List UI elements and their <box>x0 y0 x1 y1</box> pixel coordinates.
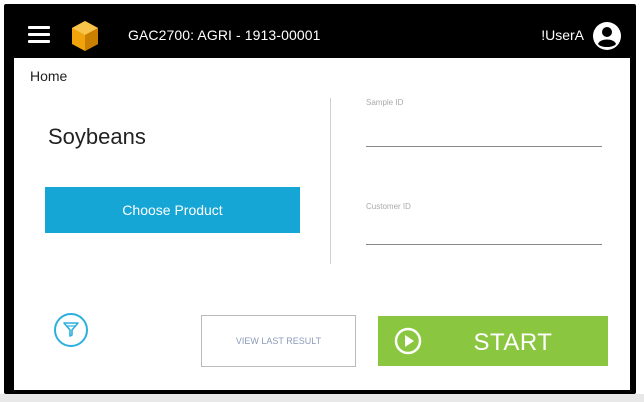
sample-id-underline <box>366 146 602 147</box>
view-last-result-label: VIEW LAST RESULT <box>235 336 322 346</box>
sample-id-label: Sample ID <box>366 98 404 107</box>
product-name: Soybeans <box>48 124 146 149</box>
filter-button[interactable] <box>54 313 88 347</box>
page-bottom-strip <box>0 394 644 402</box>
vertical-divider <box>330 98 331 264</box>
logo-icon <box>72 21 98 51</box>
user-name: !UserA <box>541 27 584 43</box>
top-bar: GAC2700: AGRI - 1913-00001 !UserA <box>14 14 630 58</box>
view-last-result-button[interactable]: VIEW LAST RESULT <box>201 315 356 367</box>
breadcrumb: Home <box>30 68 68 84</box>
choose-product-button[interactable]: Choose Product <box>45 187 300 233</box>
customer-id-label: Customer ID <box>366 202 411 211</box>
customer-id-field: Customer ID <box>366 202 606 245</box>
sample-id-input[interactable] <box>366 122 606 146</box>
start-label: START <box>473 329 553 356</box>
customer-id-underline <box>366 244 602 245</box>
menu-icon[interactable] <box>28 26 50 46</box>
customer-id-input[interactable] <box>366 220 606 244</box>
main-content: Home Soybeans Choose Product Sample ID C… <box>14 58 630 390</box>
filter-icon <box>63 322 79 337</box>
start-button[interactable]: START <box>378 316 608 366</box>
choose-product-label: Choose Product <box>122 202 223 218</box>
app-title: GAC2700: AGRI - 1913-00001 <box>128 27 321 43</box>
user-icon[interactable] <box>592 21 622 51</box>
sample-id-field: Sample ID <box>366 98 606 147</box>
